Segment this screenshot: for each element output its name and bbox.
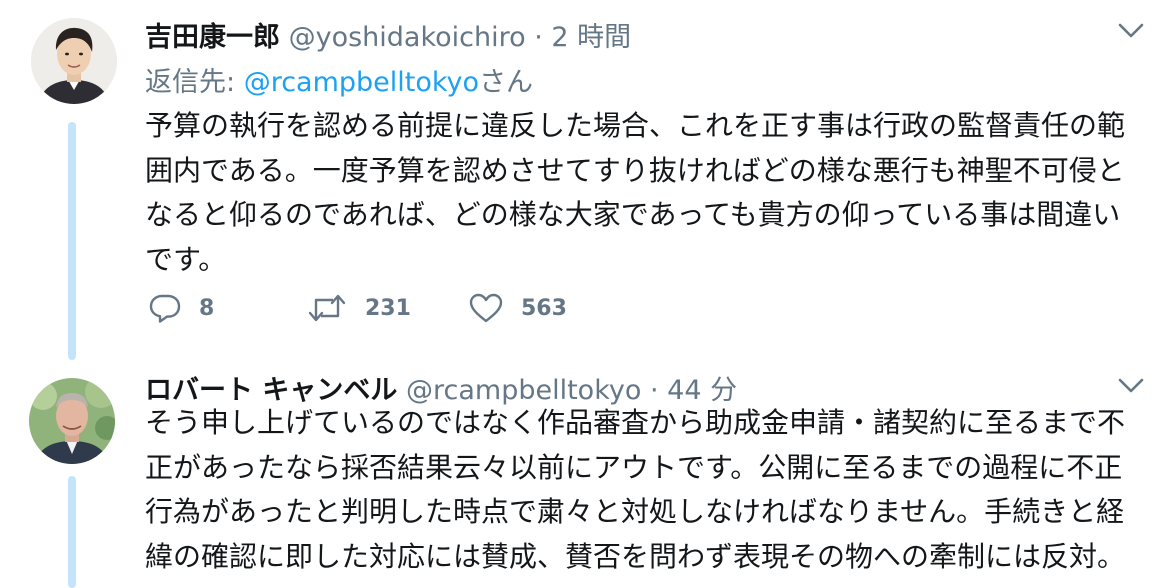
- tweet-menu-button[interactable]: [1118, 22, 1144, 40]
- like-count: 563: [521, 295, 567, 321]
- retweet-count: 231: [365, 295, 411, 321]
- avatar[interactable]: [31, 18, 117, 104]
- retweet-icon: [308, 294, 346, 322]
- avatar[interactable]: [29, 378, 115, 464]
- reply-button[interactable]: 8: [149, 288, 214, 328]
- heart-icon: [469, 293, 503, 323]
- retweet-button[interactable]: 231: [307, 288, 411, 328]
- tweet-header: 吉田康一郎 @yoshidakoichiro · 2 時間: [145, 15, 631, 54]
- tweet-text-line: 行為があったと判明した時点で粛々と対処しなければなりません。手続きと経: [145, 495, 1125, 528]
- tweet-text-line: 囲内である。一度予算を認めさせてすり抜ければどの様な悪行も神聖不可侵と: [145, 153, 1125, 187]
- tweet-text-line: そう申し上げているのではなく作品審査から助成金申請・諸契約に至るまで不: [145, 406, 1126, 439]
- tweet-text-line: 予算の執行を認める前提に違反した場合、これを正す事は行政の監督責任の範: [145, 109, 1126, 142]
- replying-to-suffix: さん: [479, 67, 534, 98]
- user-handle[interactable]: @yoshidakoichiro: [289, 22, 526, 53]
- tweet-text: 予算の執行を認める前提に違反した場合、これを正す事は行政の監督責任の範 囲内であ…: [145, 104, 1145, 282]
- tweet-text-line: です。: [145, 242, 227, 276]
- tweet-text-line: 緯の確認に即した対応には賛成、賛否を問わず表現その物への牽制には反対。: [145, 539, 1126, 573]
- replying-to-label: 返信先:: [145, 67, 244, 98]
- avatar-portrait-icon: [31, 18, 117, 104]
- timestamp[interactable]: 2 時間: [551, 22, 631, 53]
- avatar-portrait-icon: [29, 378, 115, 464]
- reply-icon: [149, 294, 181, 323]
- separator-dot: ·: [534, 22, 543, 53]
- thread-line-top: [68, 122, 76, 360]
- chevron-down-icon: [1118, 378, 1144, 393]
- tweet-text-line: 正があったなら採否結果云々以前にアウトです。公開に至るまでの過程に不正: [145, 450, 1123, 484]
- tweet-menu-button[interactable]: [1118, 377, 1144, 395]
- replying-to-mention[interactable]: @rcampbelltokyo: [244, 67, 479, 98]
- replying-to: 返信先: @rcampbelltokyoさん: [145, 60, 533, 99]
- tweet-text-line: なると仰るのであれば、どの様な大家であっても貴方の仰っている事は間違い: [145, 198, 1121, 231]
- display-name[interactable]: 吉田康一郎: [145, 22, 280, 53]
- thread-line-bottom: [68, 476, 76, 588]
- tweet-text: そう申し上げているのではなく作品審査から助成金申請・諸契約に至るまで不 正があっ…: [145, 401, 1145, 579]
- like-button[interactable]: 563: [469, 288, 567, 328]
- chevron-down-icon: [1118, 23, 1144, 38]
- reply-count: 8: [199, 295, 215, 321]
